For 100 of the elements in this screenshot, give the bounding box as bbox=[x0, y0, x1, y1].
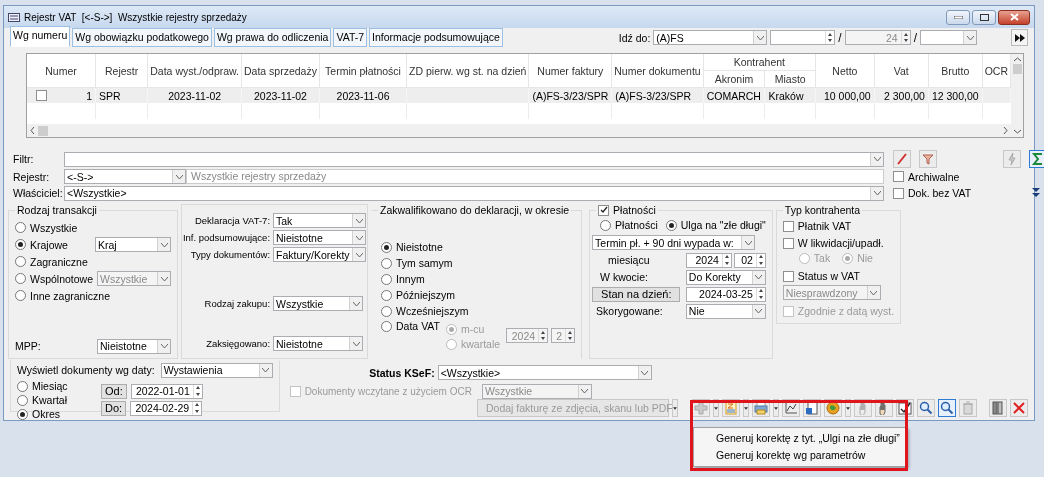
column-header[interactable]: Rejestr bbox=[95, 54, 148, 88]
radio-button[interactable] bbox=[665, 219, 677, 231]
radio-button[interactable] bbox=[15, 273, 26, 284]
dropdown[interactable] bbox=[920, 30, 977, 45]
tab[interactable]: Wg prawa do odliczenia bbox=[213, 28, 332, 47]
dropdown[interactable]: <-S-> bbox=[64, 169, 186, 184]
search-button[interactable] bbox=[938, 399, 956, 417]
column-header[interactable]: OCR bbox=[982, 54, 1011, 88]
spin-field[interactable]: 2024-03-25 bbox=[685, 286, 766, 302]
dropdown-arrow-button[interactable] bbox=[773, 399, 779, 417]
dropdown[interactable]: Nieistotne bbox=[273, 230, 367, 245]
column-header[interactable]: Vat bbox=[874, 54, 929, 88]
radio-label[interactable]: Ulga na "złe długi" bbox=[680, 219, 766, 231]
dropdown[interactable]: Termin pł. + 90 dni wypada w: bbox=[592, 235, 756, 250]
radio-button[interactable] bbox=[17, 408, 28, 420]
column-header[interactable]: Numer faktury bbox=[528, 54, 612, 88]
spin-field[interactable]: 02 bbox=[733, 252, 766, 268]
radio-label[interactable]: Data VAT bbox=[396, 320, 440, 332]
spinner-icon[interactable] bbox=[900, 31, 910, 44]
radio-button[interactable] bbox=[381, 273, 393, 285]
radio-button[interactable] bbox=[381, 257, 393, 269]
radio-button[interactable] bbox=[381, 241, 393, 253]
checkbox[interactable]: Płatnik VAT bbox=[782, 220, 895, 232]
maximize-button[interactable] bbox=[972, 9, 996, 25]
dropdown[interactable]: Do Korekty bbox=[685, 269, 766, 285]
dropdown[interactable]: <Wszystkie> bbox=[437, 365, 652, 380]
radio-label[interactable]: Wspólnotowe bbox=[30, 272, 94, 285]
column-header[interactable]: Data wyst./odpraw. bbox=[147, 54, 242, 88]
spinner-icon[interactable] bbox=[721, 253, 731, 267]
radio-label[interactable]: Miesiąc bbox=[32, 380, 68, 392]
dropdown[interactable] bbox=[64, 151, 884, 167]
dropdown[interactable]: (A)FS bbox=[653, 30, 768, 45]
dropdown-arrow-button[interactable] bbox=[743, 399, 749, 417]
dropdown-arrow-button[interactable] bbox=[845, 399, 851, 417]
column-header[interactable]: Numer bbox=[27, 54, 96, 88]
spinner-icon[interactable] bbox=[755, 287, 765, 301]
radio-label[interactable]: Płatności bbox=[615, 219, 658, 231]
dropdown[interactable]: Wszystkie bbox=[273, 296, 364, 311]
column-header[interactable]: Akronim bbox=[703, 70, 765, 88]
menu-item[interactable]: Generuj korektę wg parametrów bbox=[694, 447, 906, 464]
radio-label[interactable]: Okres bbox=[32, 408, 60, 420]
menu-item[interactable]: Generuj korektę z tyt. „Ulgi na złe długi” bbox=[694, 430, 906, 447]
radio-button[interactable] bbox=[381, 320, 393, 332]
dropdown[interactable]: Nieistotne bbox=[97, 338, 172, 354]
radio-button[interactable] bbox=[15, 290, 26, 301]
tab[interactable]: VAT-7 bbox=[333, 28, 368, 47]
checkbox[interactable]: Płatności bbox=[598, 204, 656, 216]
radio-button[interactable] bbox=[15, 256, 26, 267]
spinner-icon[interactable] bbox=[755, 253, 765, 267]
dropdown-arrow-button[interactable] bbox=[672, 399, 678, 417]
checkbox[interactable]: Dok. bez VAT bbox=[893, 187, 972, 199]
radio-label[interactable]: Nieistotne bbox=[396, 241, 443, 253]
radio-label[interactable]: Wcześniejszym bbox=[396, 305, 469, 317]
scroll-right-icon[interactable] bbox=[1003, 127, 1008, 134]
radio-label[interactable]: Inne zagraniczne bbox=[30, 289, 110, 302]
spin-field[interactable]: 2024-02-29 bbox=[130, 400, 203, 416]
dropdown[interactable]: Wystawienia bbox=[160, 362, 273, 378]
spinner-icon[interactable] bbox=[192, 384, 202, 398]
book-button[interactable] bbox=[989, 399, 1007, 417]
close-button[interactable] bbox=[998, 9, 1030, 25]
column-header[interactable]: Numer dokumentu bbox=[611, 54, 704, 88]
scrollbar-thumb[interactable] bbox=[1012, 64, 1022, 74]
spin-field[interactable]: 2024 bbox=[685, 252, 732, 268]
scroll-down-icon[interactable] bbox=[1013, 129, 1021, 134]
radio-button[interactable] bbox=[381, 289, 393, 301]
column-header[interactable]: Termin płatności bbox=[319, 54, 407, 88]
radio-button[interactable] bbox=[15, 222, 26, 233]
tab[interactable]: Wg numeru bbox=[10, 26, 71, 47]
column-header[interactable]: Miasto bbox=[764, 70, 816, 88]
tab[interactable]: Informacje podsumowujące bbox=[369, 28, 503, 47]
radio-button[interactable] bbox=[381, 305, 393, 317]
spin-field[interactable] bbox=[770, 30, 836, 45]
radio-label[interactable]: Kwartał bbox=[32, 394, 67, 406]
column-header[interactable]: ZD pierw. wg st. na dzień bbox=[406, 54, 529, 88]
sum-button[interactable] bbox=[1029, 150, 1044, 168]
checkbox[interactable]: Archiwalne bbox=[893, 170, 960, 183]
radio-label[interactable]: Późniejszym bbox=[396, 289, 455, 301]
checkbox[interactable] bbox=[36, 90, 47, 101]
radio-label[interactable]: Tym samym bbox=[396, 257, 453, 269]
dropdown-arrow-button[interactable] bbox=[713, 399, 719, 417]
dropdown[interactable]: Faktury/Korekty bbox=[273, 247, 367, 262]
dropdown[interactable]: Nieistotne bbox=[273, 336, 364, 351]
to-button[interactable]: Do: bbox=[101, 400, 127, 416]
radio-button[interactable] bbox=[600, 219, 612, 231]
dropdown[interactable]: <Wszystkie> bbox=[64, 185, 884, 201]
state-date-button[interactable]: Stan na dzień: bbox=[592, 286, 681, 302]
radio-button[interactable] bbox=[17, 380, 28, 392]
search-button[interactable] bbox=[917, 399, 935, 417]
from-button[interactable]: Od: bbox=[101, 383, 127, 399]
tab[interactable]: Wg obowiązku podatkowego bbox=[72, 28, 212, 47]
column-header[interactable]: Brutto bbox=[928, 54, 983, 88]
dropdown[interactable]: Tak bbox=[273, 213, 367, 228]
radio-button[interactable] bbox=[17, 394, 28, 406]
scroll-left-icon[interactable] bbox=[30, 127, 35, 134]
filter-button[interactable] bbox=[919, 150, 937, 168]
fast-forward-button[interactable] bbox=[1011, 29, 1028, 46]
radio-label[interactable]: Innym bbox=[396, 273, 425, 285]
radio-label[interactable]: Wszystkie bbox=[30, 221, 78, 234]
clear-filter-button[interactable] bbox=[893, 150, 911, 168]
column-header[interactable]: Data sprzedaży bbox=[241, 54, 320, 88]
